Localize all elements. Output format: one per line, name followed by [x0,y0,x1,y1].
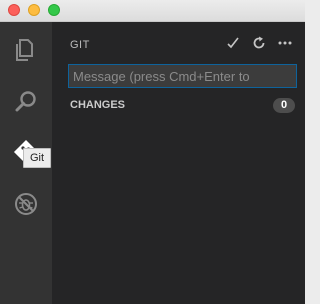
scm-title: GIT [70,39,90,51]
minimize-window-button[interactable] [28,4,40,16]
refresh-icon [253,36,265,49]
search-icon [15,91,36,112]
activity-debug[interactable] [0,182,52,226]
scm-actions [215,33,295,53]
activity-search[interactable] [0,80,52,124]
commit-button[interactable] [223,33,243,53]
more-icon [278,41,292,45]
maximize-window-button[interactable] [48,4,60,16]
more-actions-button[interactable] [275,33,295,53]
commit-message-input[interactable] [68,64,297,88]
activity-explorer[interactable] [0,28,52,72]
commit-icon [227,37,239,49]
changes-header[interactable]: CHANGES [70,99,125,111]
close-window-button[interactable] [8,4,20,16]
changes-count-badge: 0 [273,98,295,113]
scm-sidebar: GIT CHANGES 0 [52,22,305,304]
title-bar [0,0,305,22]
refresh-button[interactable] [249,33,269,53]
git-tooltip: Git [23,148,52,168]
debug-icon [15,193,37,215]
files-icon [16,39,33,61]
